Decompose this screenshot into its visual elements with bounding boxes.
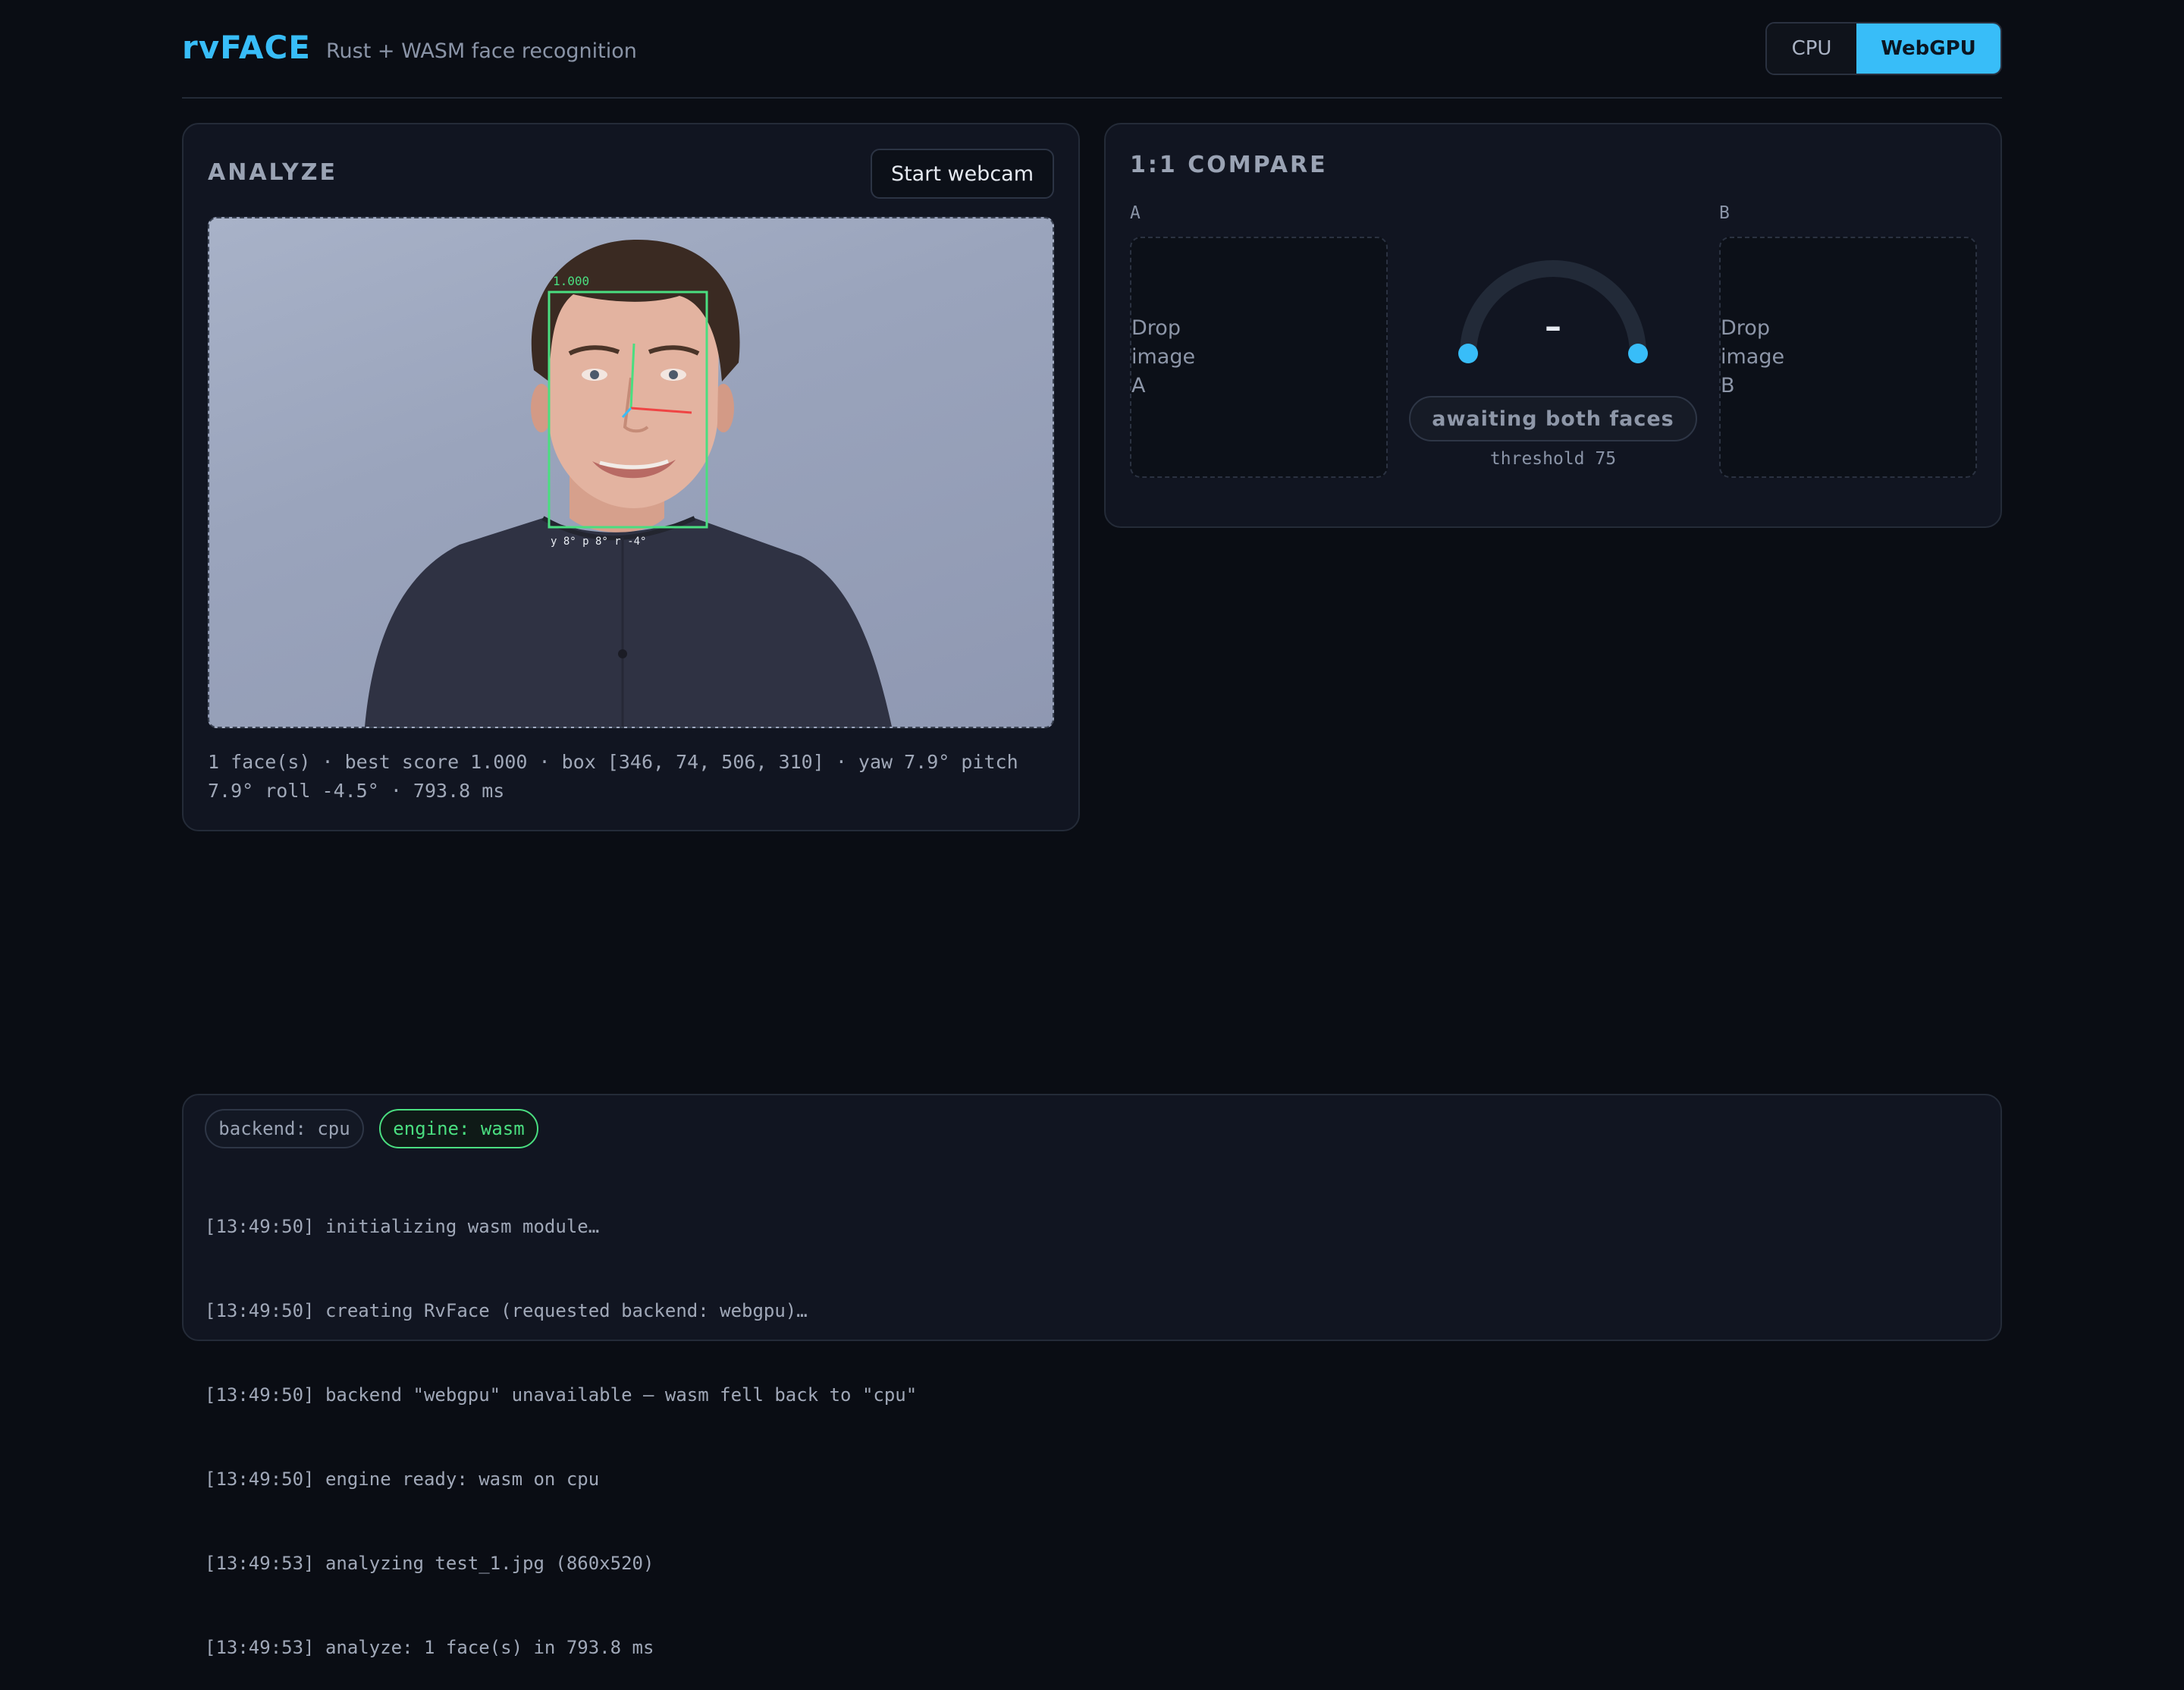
start-webcam-button[interactable]: Start webcam [871,149,1054,199]
analyze-image-dropzone[interactable]: 1.000 y 8° p 8° r -4° [208,217,1054,728]
threshold-label: threshold 75 [1489,449,1617,469]
backend-status-chip: backend: cpu [205,1109,364,1148]
result-line-2: 7.9° roll -4.5° · 793.8 ms [208,780,505,802]
drop-a-text-1: Drop [1131,316,1181,340]
slot-a-label: A [1130,203,1141,223]
log-output: [13:49:50] initializing wasm module… [13… [205,1157,917,1690]
result-line-1: 1 face(s) · best score 1.000 · box [346,… [208,751,1018,773]
gauge-max-dot [1628,344,1648,363]
drop-b-text-2: image [1721,345,1785,369]
engine-status-chip: engine: wasm [379,1109,538,1148]
backend-cpu-button[interactable]: CPU [1767,24,1856,74]
log-line: [13:49:50] engine ready: wasm on cpu [205,1469,600,1490]
app-logo: rvFACE [182,29,311,66]
drop-b-text-3: B [1721,374,1735,397]
similarity-score: – [1545,307,1561,346]
analyzed-photo: 1.000 y 8° p 8° r -4° [365,239,892,727]
log-line: [13:49:53] analyzing test_1.jpg (860x520… [205,1553,654,1574]
log-line: [13:49:50] creating RvFace (requested ba… [205,1300,808,1321]
compare-title: 1:1 COMPARE [1130,152,1328,178]
app-subtitle: Rust + WASM face recognition [326,39,637,63]
log-line: [13:49:53] analyze: 1 face(s) in 793.8 m… [205,1637,654,1658]
compare-verdict-badge: awaiting both faces [1409,396,1697,441]
gauge-min-dot [1458,344,1478,363]
log-line: [13:49:50] initializing wasm module… [205,1216,600,1237]
backend-webgpu-button[interactable]: WebGPU [1856,24,2000,74]
drop-a-text-2: image [1131,345,1196,369]
drop-b-text-1: Drop [1721,316,1770,340]
slot-b-label: B [1719,203,1730,223]
head-pose-label: y 8° p 8° r -4° [551,536,646,548]
drop-a-text-3: A [1131,374,1146,397]
analyze-title: ANALYZE [208,159,337,186]
backend-toggle: CPU WebGPU [1765,22,2002,75]
detection-score-label: 1.000 [553,274,589,288]
shirt-shape [365,518,892,727]
drop-zone-a[interactable]: Drop image A [1130,237,1388,478]
drop-zone-b[interactable]: Drop image B [1719,237,1977,478]
analyze-result-summary: 1 face(s) · best score 1.000 · box [346,… [208,748,1050,806]
header-divider [182,97,2002,99]
log-line: [13:49:50] backend "webgpu" unavailable … [205,1384,918,1406]
